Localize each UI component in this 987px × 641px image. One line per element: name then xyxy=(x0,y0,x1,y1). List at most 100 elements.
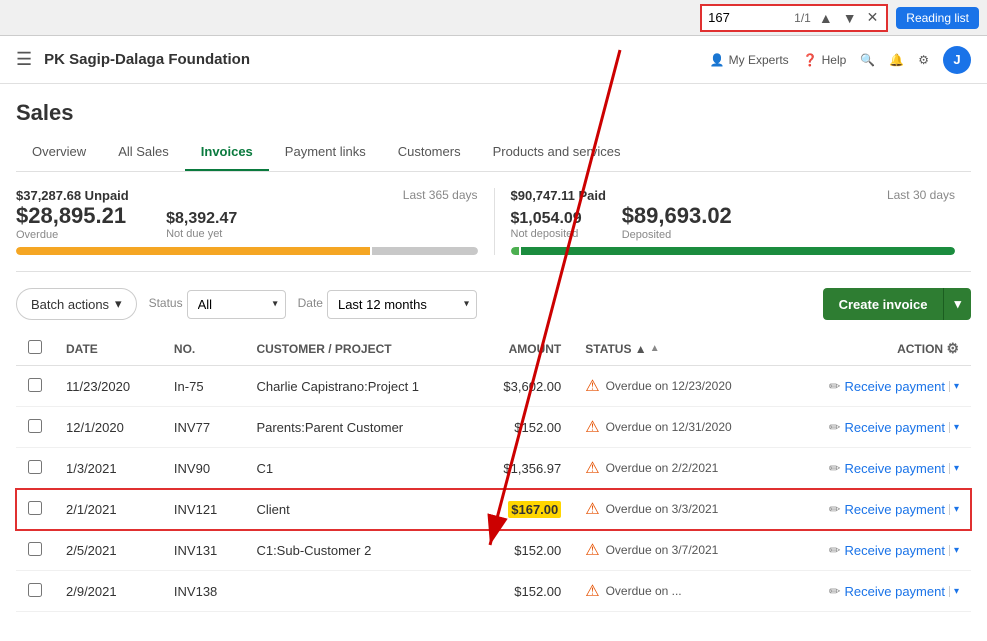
search-button[interactable]: 🔍 xyxy=(860,53,875,67)
row-status: ⚠Overdue on 12/23/2020 xyxy=(573,366,782,407)
receive-payment-dropdown-icon[interactable]: ▾ xyxy=(949,463,959,474)
row-date: 2/1/2021 xyxy=(54,489,162,530)
menu-icon[interactable]: ☰ xyxy=(16,49,32,70)
tab-invoices[interactable]: Invoices xyxy=(185,134,269,171)
highlighted-amount-value: $167.00 xyxy=(508,501,561,518)
receive-payment-dropdown-icon[interactable]: ▾ xyxy=(949,504,959,515)
row-status: ⚠Overdue on 12/31/2020 xyxy=(573,407,782,448)
row-amount: $152.00 xyxy=(473,407,573,448)
row-no: INV77 xyxy=(162,407,245,448)
search-prev-button[interactable]: ▲ xyxy=(817,10,835,26)
row-customer: Client xyxy=(244,489,473,530)
date-filter-label: Date xyxy=(298,296,323,310)
row-date: 2/9/2021 xyxy=(54,571,162,612)
overdue-amount: $28,895.21 xyxy=(16,203,126,229)
receive-payment-link[interactable]: Receive payment xyxy=(845,543,945,558)
select-all-checkbox[interactable] xyxy=(28,340,42,354)
batch-actions-button[interactable]: Batch actions ▾ xyxy=(16,288,137,320)
edit-icon[interactable]: ✏ xyxy=(829,378,841,395)
experts-icon: 👤 xyxy=(710,53,725,67)
status-sort[interactable]: STATUS ▲ ▲ xyxy=(585,342,770,356)
row-checkbox[interactable] xyxy=(28,460,42,474)
table-row: 2/5/2021INV131C1:Sub-Customer 2$152.00⚠O… xyxy=(16,530,971,571)
row-checkbox[interactable] xyxy=(28,501,42,515)
deposited-amount: $89,693.02 xyxy=(622,203,732,229)
header-status[interactable]: STATUS ▲ ▲ xyxy=(573,332,782,366)
receive-payment-link[interactable]: Receive payment xyxy=(845,584,945,599)
row-amount: $167.00 xyxy=(473,489,573,530)
avatar[interactable]: J xyxy=(943,46,971,74)
status-filter-group: Status All Overdue Unpaid Paid Deposited… xyxy=(149,290,286,319)
tab-all-sales[interactable]: All Sales xyxy=(102,134,185,171)
row-checkbox[interactable] xyxy=(28,378,42,392)
notdeposited-label: Not deposited xyxy=(511,228,582,240)
my-experts-button[interactable]: 👤 My Experts xyxy=(710,53,789,67)
table-row: 2/9/2021INV138$152.00⚠Overdue on ... ✏ R… xyxy=(16,571,971,612)
date-sort[interactable]: DATE xyxy=(66,342,150,356)
receive-payment-link[interactable]: Receive payment xyxy=(845,502,945,517)
help-button[interactable]: ❓ Help xyxy=(803,53,847,67)
find-input[interactable]: 167 xyxy=(708,10,788,25)
status-text: Overdue on 12/31/2020 xyxy=(606,420,732,434)
browser-search-bar: 167 1/1 ▲ ▼ ✕ Reading list xyxy=(0,0,987,36)
receive-payment-link[interactable]: Receive payment xyxy=(845,420,945,435)
edit-icon[interactable]: ✏ xyxy=(829,583,841,600)
header-date[interactable]: DATE xyxy=(54,332,162,366)
table-row: 11/23/2020In-75Charlie Capistrano:Projec… xyxy=(16,366,971,407)
header-amount[interactable]: AMOUNT xyxy=(473,332,573,366)
edit-icon[interactable]: ✏ xyxy=(829,419,841,436)
tab-payment-links[interactable]: Payment links xyxy=(269,134,382,171)
receive-payment-dropdown-icon[interactable]: ▾ xyxy=(949,545,959,556)
tab-overview[interactable]: Overview xyxy=(16,134,102,171)
header-no[interactable]: NO. xyxy=(162,332,245,366)
receive-payment-dropdown-icon[interactable]: ▾ xyxy=(949,586,959,597)
receive-payment-dropdown-icon[interactable]: ▾ xyxy=(949,422,959,433)
row-checkbox-cell xyxy=(16,448,54,489)
date-select-wrapper: Last 12 months Last 30 days Last 365 day… xyxy=(327,290,477,319)
app-header: ☰ PK Sagip-Dalaga Foundation 👤 My Expert… xyxy=(0,36,987,84)
warning-icon: ⚠ xyxy=(585,540,599,560)
table-row: 1/3/2021INV90C1$1,356.97⚠Overdue on 2/2/… xyxy=(16,448,971,489)
row-checkbox[interactable] xyxy=(28,419,42,433)
edit-icon[interactable]: ✏ xyxy=(829,542,841,559)
date-filter-group: Date Last 12 months Last 30 days Last 36… xyxy=(298,290,477,319)
header-customer[interactable]: CUSTOMER / PROJECT xyxy=(244,332,473,366)
notifications-button[interactable]: 🔔 xyxy=(889,53,904,67)
receive-payment-link[interactable]: Receive payment xyxy=(845,461,945,476)
tab-customers[interactable]: Customers xyxy=(382,134,477,171)
row-action: ✏ Receive payment ▾ xyxy=(782,448,971,489)
header-actions: 👤 My Experts ❓ Help 🔍 🔔 ⚙ J xyxy=(710,46,971,74)
notdue-bar-segment xyxy=(372,247,478,255)
overdue-label: Overdue xyxy=(16,229,126,241)
reading-list-button[interactable]: Reading list xyxy=(896,7,979,29)
status-select[interactable]: All Overdue Unpaid Paid Deposited xyxy=(187,290,286,319)
unpaid-progress-bar xyxy=(16,247,478,255)
nav-tabs: Overview All Sales Invoices Payment link… xyxy=(16,134,971,172)
row-checkbox[interactable] xyxy=(28,583,42,597)
edit-icon[interactable]: ✏ xyxy=(829,501,841,518)
search-next-button[interactable]: ▼ xyxy=(841,10,859,26)
date-select[interactable]: Last 12 months Last 30 days Last 365 day… xyxy=(327,290,477,319)
tab-products-services[interactable]: Products and services xyxy=(477,134,637,171)
create-invoice-dropdown-button[interactable]: ▾ xyxy=(943,288,971,320)
bell-icon: 🔔 xyxy=(889,53,904,67)
receive-payment-dropdown-icon[interactable]: ▾ xyxy=(949,381,959,392)
create-invoice-group: Create invoice ▾ xyxy=(823,288,971,320)
status-text: Overdue on 12/23/2020 xyxy=(606,379,732,393)
row-customer: Charlie Capistrano:Project 1 xyxy=(244,366,473,407)
paid-period: Last 30 days xyxy=(887,188,955,203)
settings-button[interactable]: ⚙ xyxy=(918,53,929,67)
receive-payment-link[interactable]: Receive payment xyxy=(845,379,945,394)
edit-icon[interactable]: ✏ xyxy=(829,460,841,477)
action-settings-icon[interactable]: ⚙ xyxy=(946,340,959,356)
row-checkbox[interactable] xyxy=(28,542,42,556)
warning-icon: ⚠ xyxy=(585,499,599,519)
row-customer: C1:Sub-Customer 2 xyxy=(244,530,473,571)
create-invoice-button[interactable]: Create invoice xyxy=(823,288,944,320)
header-action: ACTION ⚙ xyxy=(782,332,971,366)
batch-actions-chevron: ▾ xyxy=(115,296,122,312)
search-close-button[interactable]: ✕ xyxy=(865,9,881,26)
row-amount: $152.00 xyxy=(473,530,573,571)
row-checkbox-cell xyxy=(16,489,54,530)
row-action: ✏ Receive payment ▾ xyxy=(782,489,971,530)
